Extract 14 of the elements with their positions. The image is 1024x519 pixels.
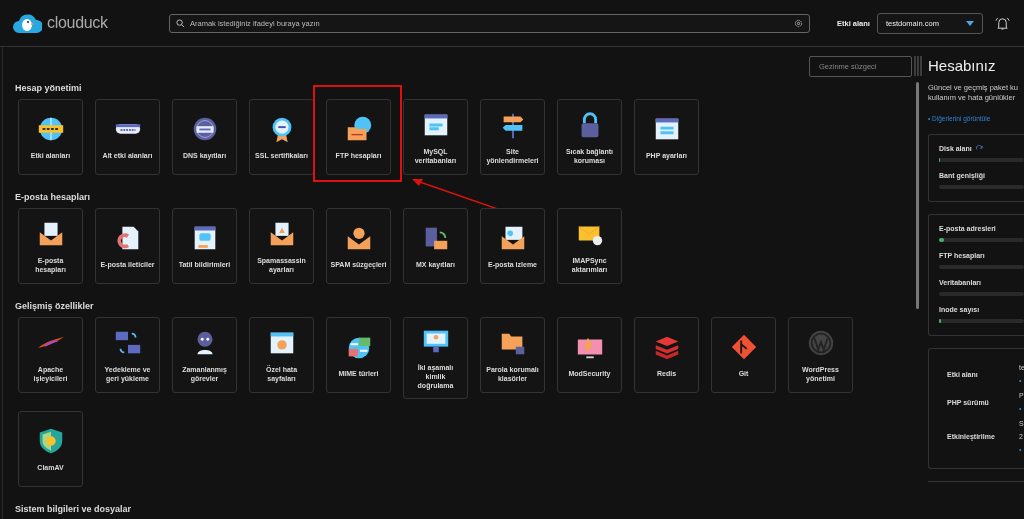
panel-title: Hesabınız — [928, 57, 997, 74]
settings-icon[interactable] — [794, 18, 803, 28]
refresh-icon[interactable] — [975, 145, 983, 152]
caret-icon — [965, 20, 974, 26]
search-icon — [176, 18, 185, 28]
scrollbar-thumb[interactable] — [916, 82, 919, 309]
bell-icon[interactable] — [994, 15, 1010, 31]
section-heading: Sistem bilgileri ve dosyalar — [15, 504, 133, 514]
section-heading: E-posta hesapları — [15, 192, 92, 202]
logo-text: clouduck — [47, 14, 108, 32]
cloud-duck-icon — [12, 11, 42, 35]
section-heading: Gelişmiş özellikler — [15, 301, 95, 311]
resize-grip-icon[interactable] — [913, 56, 922, 76]
section-heading: Hesap yönetimi — [15, 83, 83, 93]
